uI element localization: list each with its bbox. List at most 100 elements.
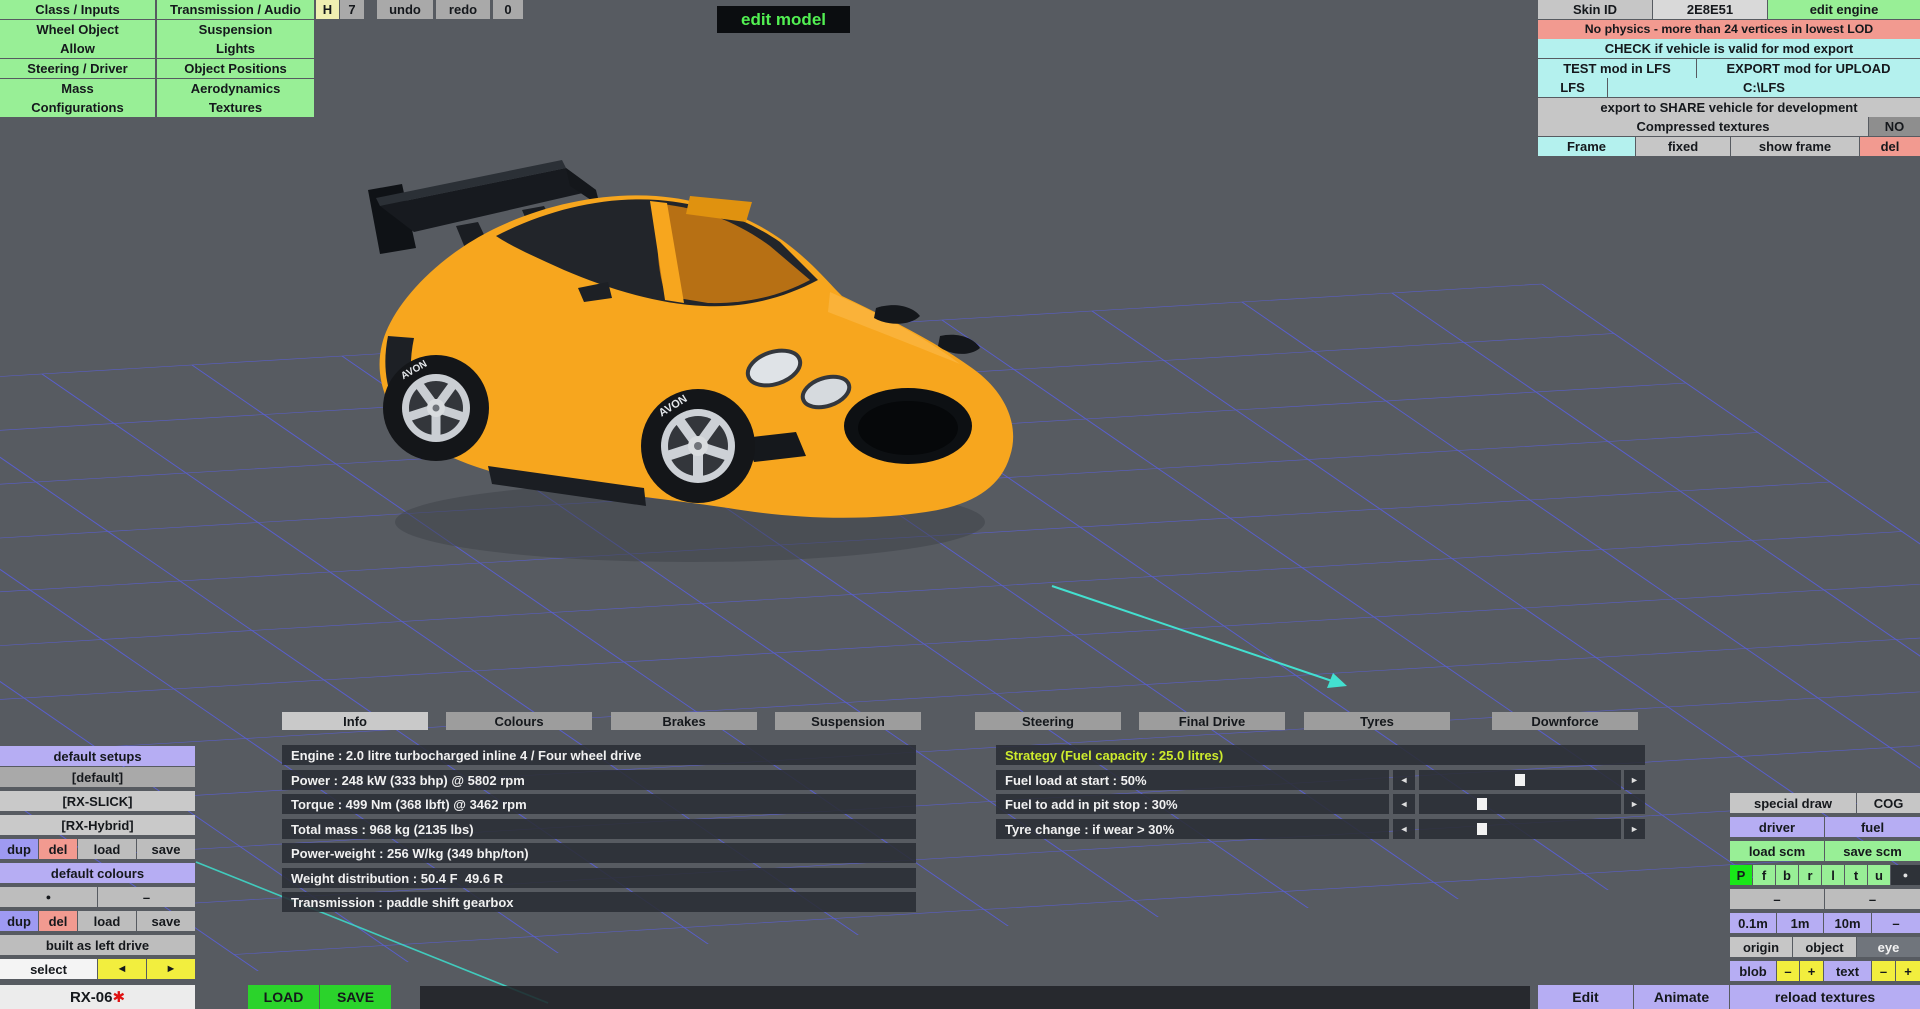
setup-item-rx-slick[interactable]: [RX-SLICK] [0, 791, 195, 811]
colour-load-button[interactable]: load [78, 911, 136, 931]
skin-id-value[interactable]: 2E8E51 [1653, 0, 1767, 19]
slider-handle[interactable] [1476, 798, 1487, 810]
layer-toggle-r[interactable]: r [1799, 865, 1821, 885]
lfs-path[interactable]: C:\LFS [1608, 78, 1920, 97]
compressed-textures-toggle[interactable]: NO [1869, 117, 1920, 136]
setup-item-default[interactable]: [default] [0, 767, 195, 787]
fuel-pit-slider[interactable] [1419, 794, 1621, 814]
tab-suspension[interactable]: Suspension [775, 712, 921, 730]
menu-wheel-object[interactable]: Wheel Object [0, 20, 155, 39]
colour-del-button[interactable]: del [39, 911, 77, 931]
setup-save-button[interactable]: save [137, 839, 195, 859]
layer-toggle-t[interactable]: t [1845, 865, 1867, 885]
menu-allow[interactable]: Allow [0, 39, 155, 58]
built-as-left-drive[interactable]: built as left drive [0, 935, 195, 955]
text-plus-button[interactable]: + [1896, 961, 1920, 981]
edit-engine-button[interactable]: edit engine [1768, 0, 1920, 19]
test-mod-button[interactable]: TEST mod in LFS [1538, 59, 1696, 78]
layer-toggle-p[interactable]: P [1730, 865, 1752, 885]
menu-configurations[interactable]: Configurations [0, 98, 155, 117]
layer-toggle-b[interactable]: b [1776, 865, 1798, 885]
menu-textures[interactable]: Textures [157, 98, 314, 117]
menu-lights[interactable]: Lights [157, 39, 314, 58]
undo-button[interactable]: undo [377, 0, 433, 19]
select-prev-button[interactable]: ◄ [98, 959, 146, 979]
blob-minus-button[interactable]: – [1777, 961, 1799, 981]
grid-size-10m[interactable]: 10m [1824, 913, 1871, 933]
frame-fixed-button[interactable]: fixed [1636, 137, 1730, 156]
text-button[interactable]: text [1824, 961, 1871, 981]
menu-class-inputs[interactable]: Class / Inputs [0, 0, 155, 19]
colour-dup-button[interactable]: dup [0, 911, 38, 931]
grid-size-0-1m[interactable]: 0.1m [1730, 913, 1776, 933]
tab-tyres[interactable]: Tyres [1304, 712, 1450, 730]
animate-mode-button[interactable]: Animate [1634, 985, 1729, 1009]
setup-item-rx-hybrid[interactable]: [RX-Hybrid] [0, 815, 195, 835]
tab-steering[interactable]: Steering [975, 712, 1121, 730]
fuel-start-decrease-button[interactable]: ◄ [1393, 770, 1415, 790]
grid-size-1m[interactable]: 1m [1777, 913, 1823, 933]
fuel-start-increase-button[interactable]: ► [1624, 770, 1645, 790]
redo-button[interactable]: redo [436, 0, 490, 19]
tab-colours[interactable]: Colours [446, 712, 592, 730]
colour-dash-button[interactable]: – [98, 887, 195, 907]
default-setups-header[interactable]: default setups [0, 746, 195, 766]
menu-transmission-audio[interactable]: Transmission / Audio [157, 0, 314, 19]
tab-final-drive[interactable]: Final Drive [1139, 712, 1285, 730]
export-mod-button[interactable]: EXPORT mod for UPLOAD [1697, 59, 1920, 78]
slider-handle[interactable] [1515, 774, 1525, 786]
blob-plus-button[interactable]: + [1800, 961, 1823, 981]
menu-suspension[interactable]: Suspension [157, 20, 314, 39]
tyre-change-increase-button[interactable]: ► [1624, 819, 1645, 839]
layer-toggle-l[interactable]: l [1822, 865, 1844, 885]
select-next-button[interactable]: ► [147, 959, 195, 979]
select-button[interactable]: select [0, 959, 97, 979]
view-origin-button[interactable]: origin [1730, 937, 1792, 957]
reload-textures-button[interactable]: reload textures [1730, 985, 1920, 1009]
layer-toggle-f[interactable]: f [1753, 865, 1775, 885]
frame-delete-button[interactable]: del [1860, 137, 1920, 156]
vehicle-name-button[interactable]: RX-06 ✱ [0, 985, 195, 1009]
layer-toggle-u[interactable]: u [1868, 865, 1890, 885]
view-eye-button[interactable]: eye [1857, 937, 1920, 957]
show-frame-button[interactable]: show frame [1731, 137, 1859, 156]
dash-left-button[interactable]: – [1730, 889, 1824, 909]
cog-button[interactable]: COG [1857, 793, 1920, 813]
setup-del-button[interactable]: del [39, 839, 77, 859]
layer-toggle-dot[interactable]: ● [1891, 865, 1920, 885]
setup-load-button[interactable]: load [78, 839, 136, 859]
dash-right-button[interactable]: – [1825, 889, 1920, 909]
fuel-button[interactable]: fuel [1825, 817, 1920, 837]
menu-aerodynamics[interactable]: Aerodynamics [157, 79, 314, 98]
share-export-button[interactable]: export to SHARE vehicle for development [1538, 98, 1920, 117]
fuel-pit-increase-button[interactable]: ► [1624, 794, 1645, 814]
edit-model-button[interactable]: edit model [717, 6, 850, 33]
save-scm-button[interactable]: save scm [1825, 841, 1920, 861]
tab-downforce[interactable]: Downforce [1492, 712, 1638, 730]
menu-object-positions[interactable]: Object Positions [157, 59, 314, 78]
fuel-start-slider[interactable] [1419, 770, 1621, 790]
colour-dot-button[interactable]: ● [0, 887, 97, 907]
text-minus-button[interactable]: – [1872, 961, 1895, 981]
blob-button[interactable]: blob [1730, 961, 1776, 981]
tyre-change-slider[interactable] [1419, 819, 1621, 839]
edit-mode-button[interactable]: Edit [1538, 985, 1633, 1009]
lfs-button[interactable]: LFS [1538, 78, 1607, 97]
slider-handle[interactable] [1476, 823, 1487, 835]
default-colours-header[interactable]: default colours [0, 863, 195, 883]
grid-size-off[interactable]: – [1872, 913, 1920, 933]
colour-save-button[interactable]: save [137, 911, 195, 931]
menu-steering-driver[interactable]: Steering / Driver [0, 59, 155, 78]
vehicle-model[interactable]: AVON AVON [360, 140, 1040, 580]
history-h-button[interactable]: H [316, 0, 339, 19]
frame-button[interactable]: Frame [1538, 137, 1635, 156]
setup-dup-button[interactable]: dup [0, 839, 38, 859]
load-vehicle-button[interactable]: LOAD [248, 985, 319, 1009]
tyre-change-decrease-button[interactable]: ◄ [1393, 819, 1415, 839]
tab-brakes[interactable]: Brakes [611, 712, 757, 730]
tab-info[interactable]: Info [282, 712, 428, 730]
special-draw-button[interactable]: special draw [1730, 793, 1856, 813]
menu-mass[interactable]: Mass [0, 79, 155, 98]
load-scm-button[interactable]: load scm [1730, 841, 1824, 861]
fuel-pit-decrease-button[interactable]: ◄ [1393, 794, 1415, 814]
